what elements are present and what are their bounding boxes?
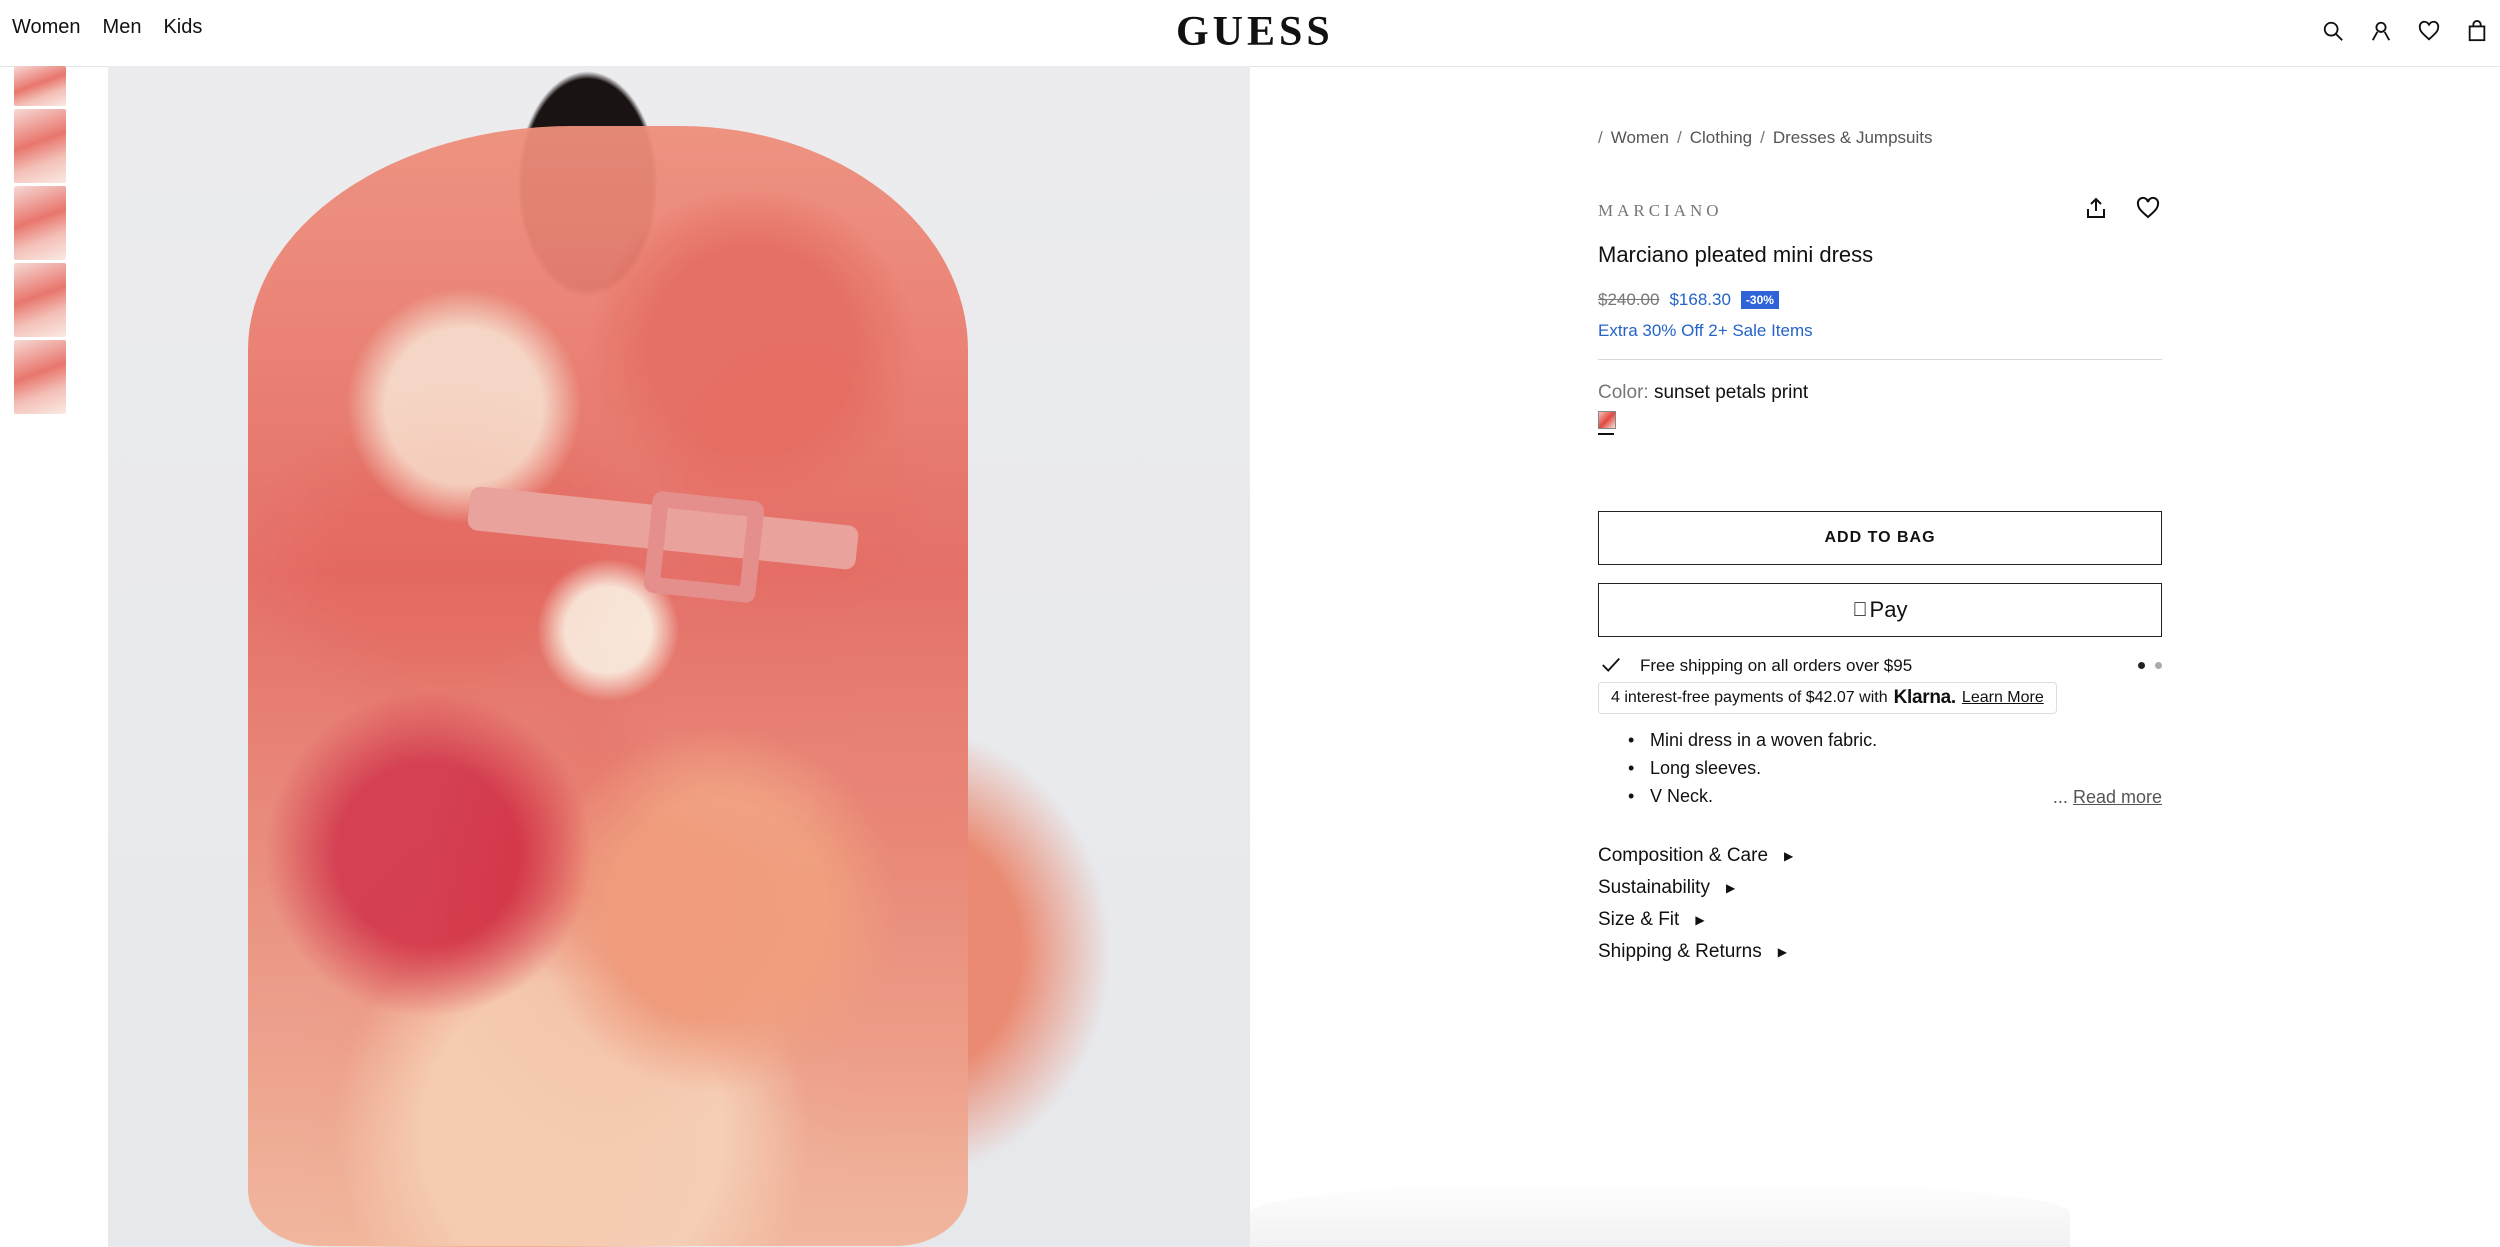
wishlist-icon[interactable] — [2416, 18, 2442, 44]
share-icon[interactable] — [2084, 196, 2110, 222]
accordion-shipping-returns[interactable]: Shipping & Returns ▶ — [1598, 936, 1793, 968]
color-swatch[interactable] — [1598, 411, 1616, 429]
apple-logo-icon:  — [1853, 599, 1868, 622]
thumbnail-image[interactable] — [14, 109, 66, 183]
buckle-illustration — [642, 490, 766, 604]
klarna-learn-more-link[interactable]: Learn More — [1962, 689, 2044, 707]
shipping-message: Free shipping on all orders over $95 — [1640, 656, 1913, 675]
read-more-ellipsis: ... — [2052, 787, 2068, 807]
feature-item: Long sleeves. — [1628, 758, 1877, 786]
bag-icon[interactable] — [2464, 18, 2490, 44]
promo-message[interactable]: Extra 30% Off 2+ Sale Items — [1598, 321, 1813, 341]
checkmark-icon — [1600, 654, 1622, 676]
breadcrumb-clothing[interactable]: Clothing — [1690, 128, 1752, 148]
carousel-dot[interactable] — [2155, 662, 2162, 669]
color-label: Color: — [1598, 382, 1649, 403]
accordion-size-fit[interactable]: Size & Fit ▶ — [1598, 904, 1793, 936]
apple-pay-label: Pay — [1862, 597, 1908, 622]
accordion-label: Shipping & Returns — [1598, 941, 1762, 962]
nav-kids[interactable]: Kids — [163, 16, 202, 39]
accordion-sustainability[interactable]: Sustainability ▶ — [1598, 872, 1793, 904]
thumbnail-strip — [14, 66, 66, 417]
breadcrumb-separator: / — [1760, 128, 1765, 147]
read-more-link[interactable]: Read more — [2073, 787, 2162, 807]
sale-price: $168.30 — [1669, 290, 1731, 309]
read-more: ... Read more — [2053, 787, 2162, 808]
klarna-logo: Klarna. — [1893, 687, 1957, 708]
accordion-composition-care[interactable]: Composition & Care ▶ — [1598, 840, 1793, 872]
carousel-dots — [2138, 662, 2162, 669]
klarna-banner: 4 interest-free payments of $42.07 with … — [1598, 682, 2057, 714]
wishlist-heart-icon[interactable] — [2136, 196, 2162, 222]
main-nav: Women Men Kids — [12, 16, 202, 39]
nav-women[interactable]: Women — [12, 16, 81, 39]
breadcrumb-dresses[interactable]: Dresses & Jumpsuits — [1773, 128, 1933, 148]
color-row: Color: sunset petals print — [1598, 382, 1808, 404]
guess-logo[interactable]: GUESS — [1176, 8, 1334, 56]
product-main-image[interactable] — [108, 66, 1250, 1247]
klarna-text: 4 interest-free payments of $42.07 with — [1611, 689, 1888, 706]
bottom-shadow — [1250, 1180, 2070, 1247]
breadcrumb: / Women / Clothing / Dresses & Jumpsuits — [1598, 128, 1933, 148]
expand-triangle-icon: ▶ — [1777, 945, 1787, 959]
account-icon[interactable] — [2368, 18, 2394, 44]
breadcrumb-women[interactable]: Women — [1611, 128, 1669, 148]
details-accordion: Composition & Care ▶ Sustainability ▶ Si… — [1598, 840, 1793, 968]
accordion-label: Size & Fit — [1598, 909, 1680, 930]
product-brand: MARCIANO — [1598, 201, 1723, 220]
header-icons — [2320, 18, 2490, 44]
price-row: $240.00 $168.30 -30% — [1598, 290, 1779, 310]
feature-item: Mini dress in a woven fabric. — [1628, 730, 1877, 758]
dress-illustration — [248, 126, 968, 1246]
swatch-selected-indicator — [1598, 433, 1614, 435]
accordion-label: Sustainability — [1598, 877, 1710, 898]
thumbnail-image[interactable] — [14, 263, 66, 337]
search-icon[interactable] — [2320, 18, 2346, 44]
add-to-bag-label: ADD TO BAG — [1824, 529, 1936, 546]
product-title: Marciano pleated mini dress — [1598, 242, 1874, 267]
accordion-label: Composition & Care — [1598, 845, 1769, 866]
divider — [1598, 359, 2162, 360]
thumbnail-image[interactable] — [14, 186, 66, 260]
expand-triangle-icon: ▶ — [1695, 913, 1705, 927]
color-value: sunset petals print — [1653, 382, 1809, 403]
nav-men[interactable]: Men — [103, 16, 142, 39]
expand-triangle-icon: ▶ — [1784, 849, 1794, 863]
carousel-dot[interactable] — [2138, 662, 2145, 669]
original-price: $240.00 — [1598, 290, 1660, 309]
discount-badge: -30% — [1740, 291, 1779, 309]
apple-pay-button[interactable]:  Pay — [1598, 583, 2162, 637]
feature-item: V Neck. — [1628, 786, 1877, 814]
feature-list: Mini dress in a woven fabric. Long sleev… — [1628, 730, 1877, 814]
thumbnail-image[interactable] — [14, 66, 66, 106]
thumbnail-image[interactable] — [14, 340, 66, 414]
add-to-bag-button[interactable]: ADD TO BAG — [1598, 511, 2162, 565]
site-header: Women Men Kids GUESS — [0, 0, 2500, 67]
expand-triangle-icon: ▶ — [1725, 881, 1736, 895]
breadcrumb-separator: / — [1677, 128, 1682, 147]
breadcrumb-separator: / — [1598, 128, 1603, 147]
